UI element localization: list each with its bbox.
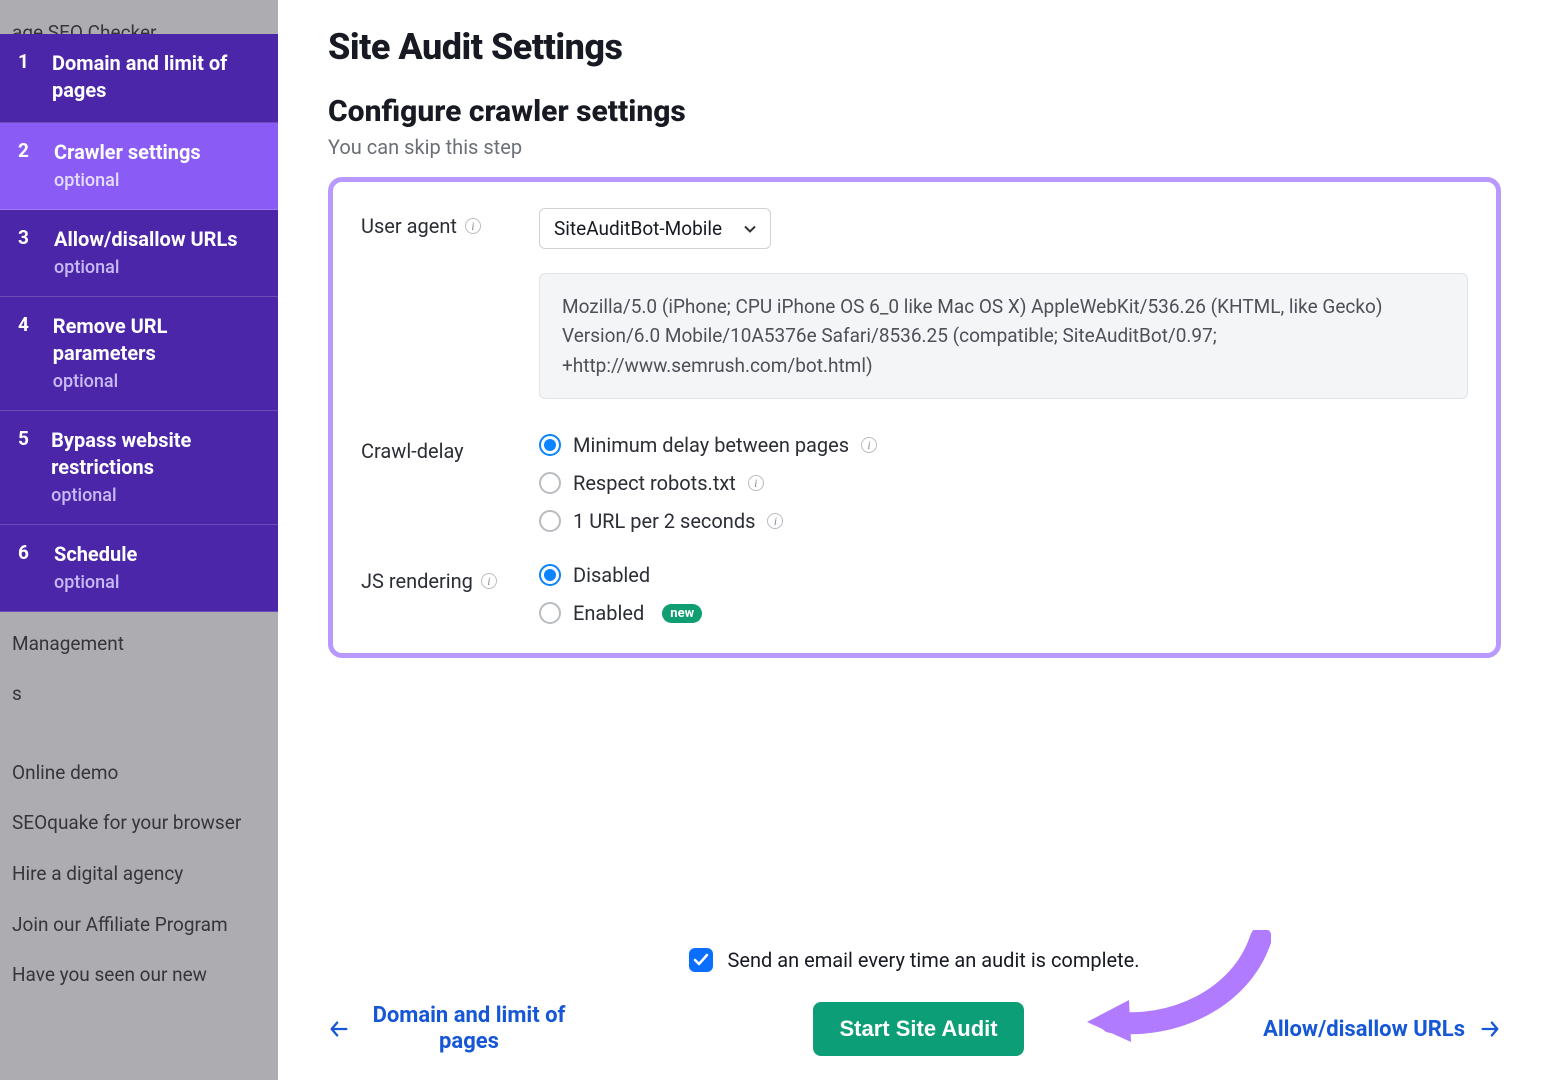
step-number: 1	[18, 50, 34, 104]
radio-icon	[539, 602, 561, 624]
step-label: Crawler settings	[54, 139, 201, 166]
info-icon[interactable]: i	[748, 475, 764, 491]
crawl-delay-option-robots[interactable]: Respect robots.txt i	[539, 471, 1468, 495]
settings-card: User agent i SiteAuditBot-Mobile Mozilla…	[328, 177, 1501, 658]
wizard-steps: 1 Domain and limit of pages 2 Crawler se…	[0, 34, 278, 612]
js-rendering-label: JS rendering	[361, 569, 473, 593]
email-checkbox[interactable]	[689, 948, 713, 972]
new-badge: new	[662, 604, 702, 623]
info-icon[interactable]: i	[481, 573, 497, 589]
skip-note: You can skip this step	[328, 135, 1501, 159]
crawl-delay-option-min[interactable]: Minimum delay between pages i	[539, 433, 1468, 457]
crawl-delay-option-1per2[interactable]: 1 URL per 2 seconds i	[539, 509, 1468, 533]
step-bypass-restrictions[interactable]: 5 Bypass website restrictions optional	[0, 411, 278, 525]
prev-step-link[interactable]: Domain and limit of pages	[328, 1003, 574, 1056]
radio-label: 1 URL per 2 seconds	[573, 509, 755, 533]
js-rendering-disabled[interactable]: Disabled	[539, 563, 1468, 587]
step-number: 6	[18, 541, 36, 593]
prev-step-label: Domain and limit of pages	[364, 1003, 574, 1056]
step-domain-limit[interactable]: 1 Domain and limit of pages	[0, 34, 278, 123]
check-icon	[693, 952, 709, 968]
radio-label: Respect robots.txt	[573, 471, 736, 495]
step-optional: optional	[54, 170, 201, 191]
step-schedule[interactable]: 6 Schedule optional	[0, 525, 278, 612]
step-label: Bypass website restrictions	[51, 427, 260, 481]
next-step-label: Allow/disallow URLs	[1263, 1017, 1465, 1042]
step-number: 2	[18, 139, 36, 191]
step-optional: optional	[53, 371, 260, 392]
user-agent-label: User agent	[361, 214, 457, 238]
step-optional: optional	[51, 485, 260, 506]
crawl-delay-label: Crawl-delay	[361, 439, 464, 463]
step-optional: optional	[54, 257, 238, 278]
step-label: Remove URL parameters	[53, 313, 260, 367]
chevron-down-icon	[744, 223, 756, 235]
step-number: 5	[18, 427, 33, 506]
step-label: Allow/disallow URLs	[54, 226, 238, 253]
step-number: 3	[18, 226, 36, 278]
radio-label: Minimum delay between pages	[573, 433, 849, 457]
js-rendering-enabled[interactable]: Enabled new	[539, 601, 1468, 625]
info-icon[interactable]: i	[767, 513, 783, 529]
radio-icon	[539, 564, 561, 586]
info-icon[interactable]: i	[465, 218, 481, 234]
radio-icon	[539, 472, 561, 494]
radio-label: Disabled	[573, 563, 650, 587]
email-checkbox-label: Send an email every time an audit is com…	[727, 948, 1139, 972]
user-agent-select[interactable]: SiteAuditBot-Mobile	[539, 208, 771, 249]
radio-icon	[539, 510, 561, 532]
step-crawler-settings[interactable]: 2 Crawler settings optional	[0, 123, 278, 210]
step-label: Domain and limit of pages	[52, 50, 260, 104]
start-site-audit-button[interactable]: Start Site Audit	[813, 1002, 1023, 1056]
section-title: Configure crawler settings	[328, 94, 1501, 129]
step-label: Schedule	[54, 541, 137, 568]
info-icon[interactable]: i	[861, 437, 877, 453]
step-allow-disallow[interactable]: 3 Allow/disallow URLs optional	[0, 210, 278, 297]
user-agent-string: Mozilla/5.0 (iPhone; CPU iPhone OS 6_0 l…	[539, 273, 1468, 399]
step-number: 4	[18, 313, 35, 392]
page-title: Site Audit Settings	[328, 26, 1501, 68]
next-step-link[interactable]: Allow/disallow URLs	[1263, 1017, 1501, 1042]
radio-icon	[539, 434, 561, 456]
step-remove-url-params[interactable]: 4 Remove URL parameters optional	[0, 297, 278, 411]
step-optional: optional	[54, 572, 137, 593]
arrow-right-icon	[1479, 1018, 1501, 1040]
radio-label: Enabled	[573, 601, 644, 625]
arrow-left-icon	[328, 1018, 350, 1040]
user-agent-value: SiteAuditBot-Mobile	[554, 217, 722, 240]
